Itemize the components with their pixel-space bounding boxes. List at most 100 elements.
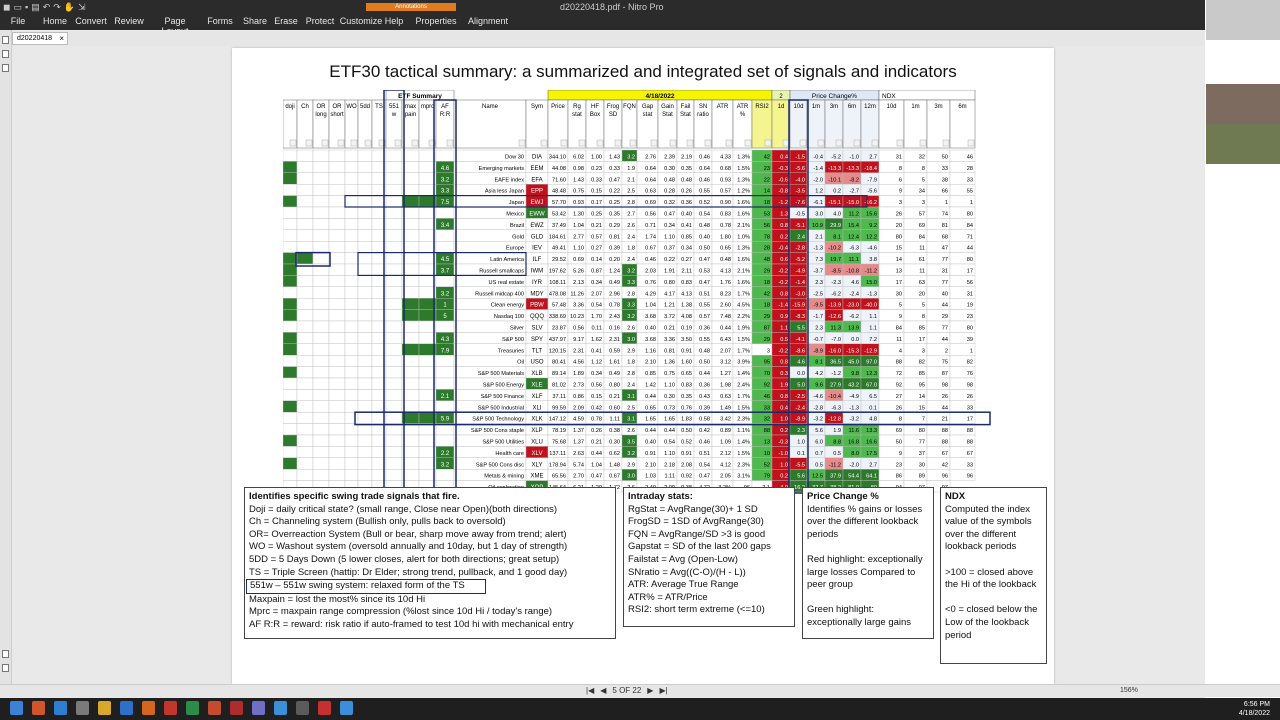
data-value: 0.28	[664, 189, 675, 195]
nitro-icon[interactable]	[230, 701, 243, 715]
ribbon: ◼ ▭ ▪ ▤ ↶ ↷ ✋ ⇲ d20220418.pdf - Nitro Pr…	[0, 0, 1205, 36]
data-value: 5.6	[815, 428, 823, 434]
save-icon[interactable]: ▪	[25, 2, 28, 13]
menu-properties[interactable]: Properties	[404, 14, 468, 28]
data-value: 3.0	[627, 337, 635, 343]
menu-convert[interactable]: Convert	[74, 14, 108, 28]
data-value: 2.60	[720, 303, 731, 309]
document-tab[interactable]: d20220418 ×	[12, 32, 68, 45]
data-value: -0.3	[778, 440, 788, 446]
signal-cell	[357, 206, 373, 219]
explorer-icon[interactable]	[98, 701, 111, 715]
menu-customize[interactable]: Customize	[338, 14, 384, 28]
data-value: 23	[967, 314, 973, 320]
zoom-level[interactable]: 156%	[1120, 687, 1138, 694]
data-value: 1.0	[797, 440, 805, 446]
signal-cell	[344, 377, 359, 390]
filter-icon	[321, 139, 329, 147]
menu-protect[interactable]: Protect	[302, 14, 338, 28]
etf-name: Treasuries	[498, 348, 524, 354]
signal-cell	[435, 434, 455, 447]
signal-cell	[312, 195, 330, 208]
column-header-label: mprc	[421, 104, 434, 110]
menu-share[interactable]: Share	[240, 14, 270, 28]
hand-icon[interactable]: ✋	[64, 2, 75, 13]
participant-video-2[interactable]	[1206, 84, 1280, 124]
open-icon[interactable]: ▭	[13, 2, 22, 13]
close-icon[interactable]: ×	[59, 34, 64, 43]
last-page-icon[interactable]: ▶|	[659, 686, 667, 695]
undo-icon[interactable]: ↶	[43, 2, 51, 13]
data-value: 99.59	[552, 405, 566, 411]
next-page-icon[interactable]: ▶	[647, 686, 653, 695]
data-value: 3.8	[869, 257, 877, 263]
data-value: 84	[967, 223, 973, 229]
signal-cell	[282, 218, 298, 230]
zoom-meeting-icon[interactable]	[340, 701, 353, 715]
powerpoint-icon[interactable]	[208, 701, 221, 715]
data-value: 0.54	[699, 212, 710, 218]
edge-icon[interactable]	[54, 701, 67, 715]
excel-icon[interactable]	[186, 701, 199, 715]
participant-video-1[interactable]	[1206, 0, 1280, 40]
camera-icon[interactable]	[76, 701, 89, 715]
menu-home[interactable]: Home	[36, 14, 74, 28]
app-icon-red[interactable]	[164, 701, 177, 715]
filter-icon	[967, 139, 975, 147]
data-value: 0.0	[851, 337, 859, 343]
app-icon-gray[interactable]	[296, 701, 309, 715]
menu-erase[interactable]: Erase	[270, 14, 302, 28]
data-value: -4.9	[795, 269, 805, 275]
signal-cell	[328, 332, 346, 344]
first-page-icon[interactable]: |◀	[586, 686, 594, 695]
data-value: 1.0%	[737, 234, 750, 240]
pages-icon[interactable]	[2, 36, 9, 44]
pdf-icon[interactable]	[318, 701, 331, 715]
attachments-icon[interactable]	[2, 64, 9, 72]
etf-summary-table: ETF Summary 4/18/2022 2 Price Change% NDX doj…	[282, 89, 1005, 531]
menu-forms[interactable]: Forms	[200, 14, 240, 28]
signal-cell	[344, 252, 359, 265]
firefox-icon[interactable]	[142, 701, 155, 715]
etf-name: Nasdaq 100	[494, 314, 524, 320]
app-icon[interactable]: ◼	[3, 2, 10, 13]
name-cell	[453, 355, 527, 367]
signals-legend-line: 551w – 551w swing system: relaxed form o…	[246, 579, 486, 594]
participant-video-3[interactable]	[1206, 124, 1280, 164]
app-icon-purple[interactable]	[252, 701, 265, 715]
data-value: 0.17	[591, 200, 602, 206]
data-value: 33	[967, 405, 973, 411]
data-value: 0.46	[699, 155, 710, 161]
menu-alignment[interactable]: Alignment	[468, 14, 508, 28]
column-header-label: SD	[609, 112, 618, 118]
data-value: 0.35	[681, 394, 692, 400]
word-icon[interactable]	[120, 701, 133, 715]
prev-page-icon[interactable]: ◀	[600, 686, 606, 695]
signal-cell	[385, 275, 403, 287]
signals-legend-title: Identifies specific swing trade signals …	[249, 491, 460, 502]
print-icon[interactable]: ▤	[31, 2, 40, 13]
ndx-legend-lines: Computed the index value of the symbols …	[945, 504, 1042, 643]
menu-file[interactable]: File	[0, 14, 36, 28]
page-indicator[interactable]: 5 OF 22	[612, 686, 641, 695]
brave-icon[interactable]	[32, 701, 45, 715]
menu-review[interactable]: Review	[108, 14, 150, 28]
signal-cell	[357, 457, 373, 470]
menu-page-layout[interactable]: Page Layout	[150, 14, 200, 36]
signal-cell	[296, 240, 314, 253]
bookmarks-icon[interactable]	[2, 50, 9, 58]
zoom-icon[interactable]	[274, 701, 287, 715]
data-value: 0.35	[681, 166, 692, 172]
select-icon[interactable]: ⇲	[78, 2, 86, 13]
comments-icon[interactable]	[2, 650, 9, 658]
data-value: 97.0	[866, 360, 877, 366]
data-value: 5.0	[797, 383, 805, 389]
menu-help[interactable]: Help	[384, 14, 404, 28]
data-value: 0.44	[645, 428, 656, 434]
data-value: 49.41	[552, 246, 566, 252]
redo-icon[interactable]: ↷	[53, 2, 61, 13]
signal-cell	[328, 195, 346, 208]
data-value: 0.93	[720, 177, 731, 183]
start-icon[interactable]	[10, 701, 23, 715]
output-icon[interactable]	[2, 664, 9, 672]
